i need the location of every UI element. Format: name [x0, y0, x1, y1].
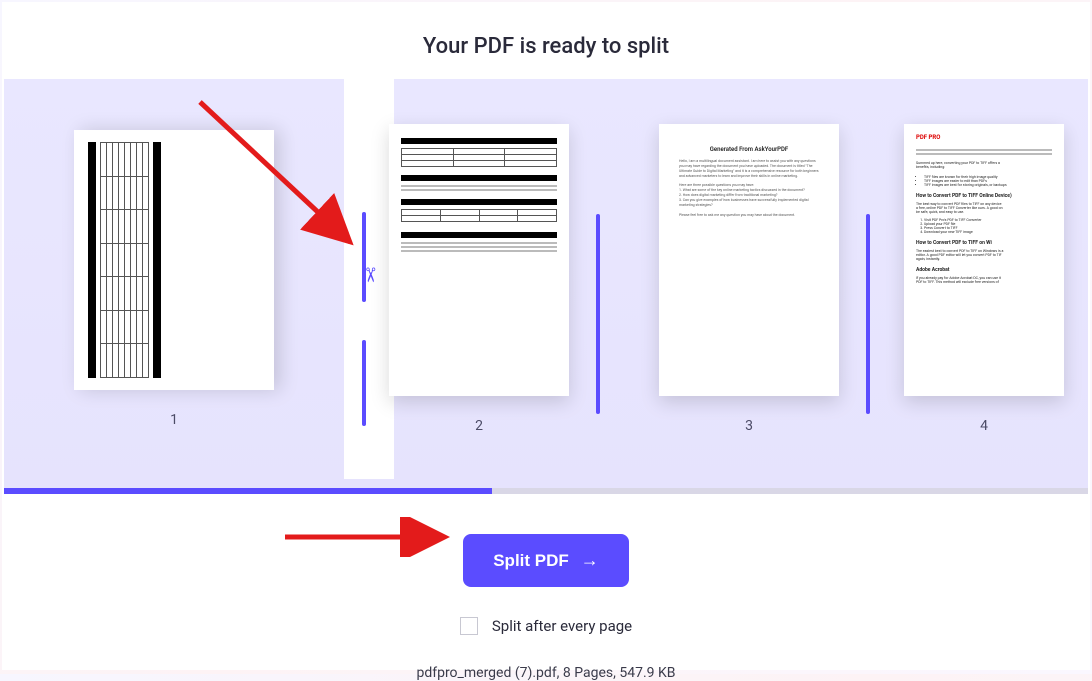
page-number-label: 2	[475, 418, 483, 434]
app-frame: Your PDF is ready to split 1	[2, 2, 1090, 670]
split-pdf-button[interactable]: Split PDF →	[463, 534, 629, 587]
page-gallery: 1 2	[4, 79, 1088, 494]
scrollbar-handle[interactable]	[4, 488, 492, 494]
horizontal-scrollbar[interactable]	[4, 488, 1088, 494]
file-summary: pdfpro_merged (7).pdf, 8 Pages, 547.9 KB	[416, 665, 675, 681]
page4-heading-3: Adobe Acrobat	[916, 267, 1052, 273]
page-thumbnail[interactable]: PDF PRO Summed up here, converting your …	[904, 124, 1064, 396]
page4-heading-1: How to Convert PDF to TIFF Online Device…	[916, 193, 1052, 199]
page-number-label: 1	[170, 412, 178, 428]
actions-area: Split PDF → Split after every page pdfpr…	[2, 494, 1090, 681]
arrow-right-icon: →	[581, 550, 599, 571]
split-every-label: Split after every page	[492, 617, 632, 635]
page-thumbnail[interactable]	[74, 130, 274, 390]
page-slot-2[interactable]: 2	[344, 124, 614, 434]
page-number-label: 3	[745, 418, 753, 434]
thumbnail-strip[interactable]: 1 2	[4, 79, 1088, 479]
page-divider[interactable]	[866, 214, 870, 414]
page3-heading: Generated From AskYourPDF	[671, 146, 827, 153]
page-title: Your PDF is ready to split	[2, 2, 1090, 79]
scissors-icon[interactable]: ✂	[358, 267, 382, 284]
split-every-checkbox[interactable]	[460, 617, 478, 635]
page4-heading-2: How to Convert PDF to TIFF on Wi	[916, 240, 1052, 246]
page-number-label: 4	[980, 418, 988, 434]
page-thumbnail[interactable]: Generated From AskYourPDF Hello, I am a …	[659, 124, 839, 396]
page-slot-3[interactable]: Generated From AskYourPDF Hello, I am a …	[614, 124, 884, 434]
page-slot-4[interactable]: PDF PRO Summed up here, converting your …	[884, 124, 1084, 434]
page4-brand: PDF PRO	[916, 134, 1052, 141]
page-thumbnail[interactable]	[389, 124, 569, 396]
split-button-label: Split PDF	[493, 551, 569, 571]
page-divider[interactable]	[596, 214, 600, 414]
page-slot-1[interactable]: 1	[4, 130, 344, 428]
split-every-page-option[interactable]: Split after every page	[460, 617, 632, 635]
